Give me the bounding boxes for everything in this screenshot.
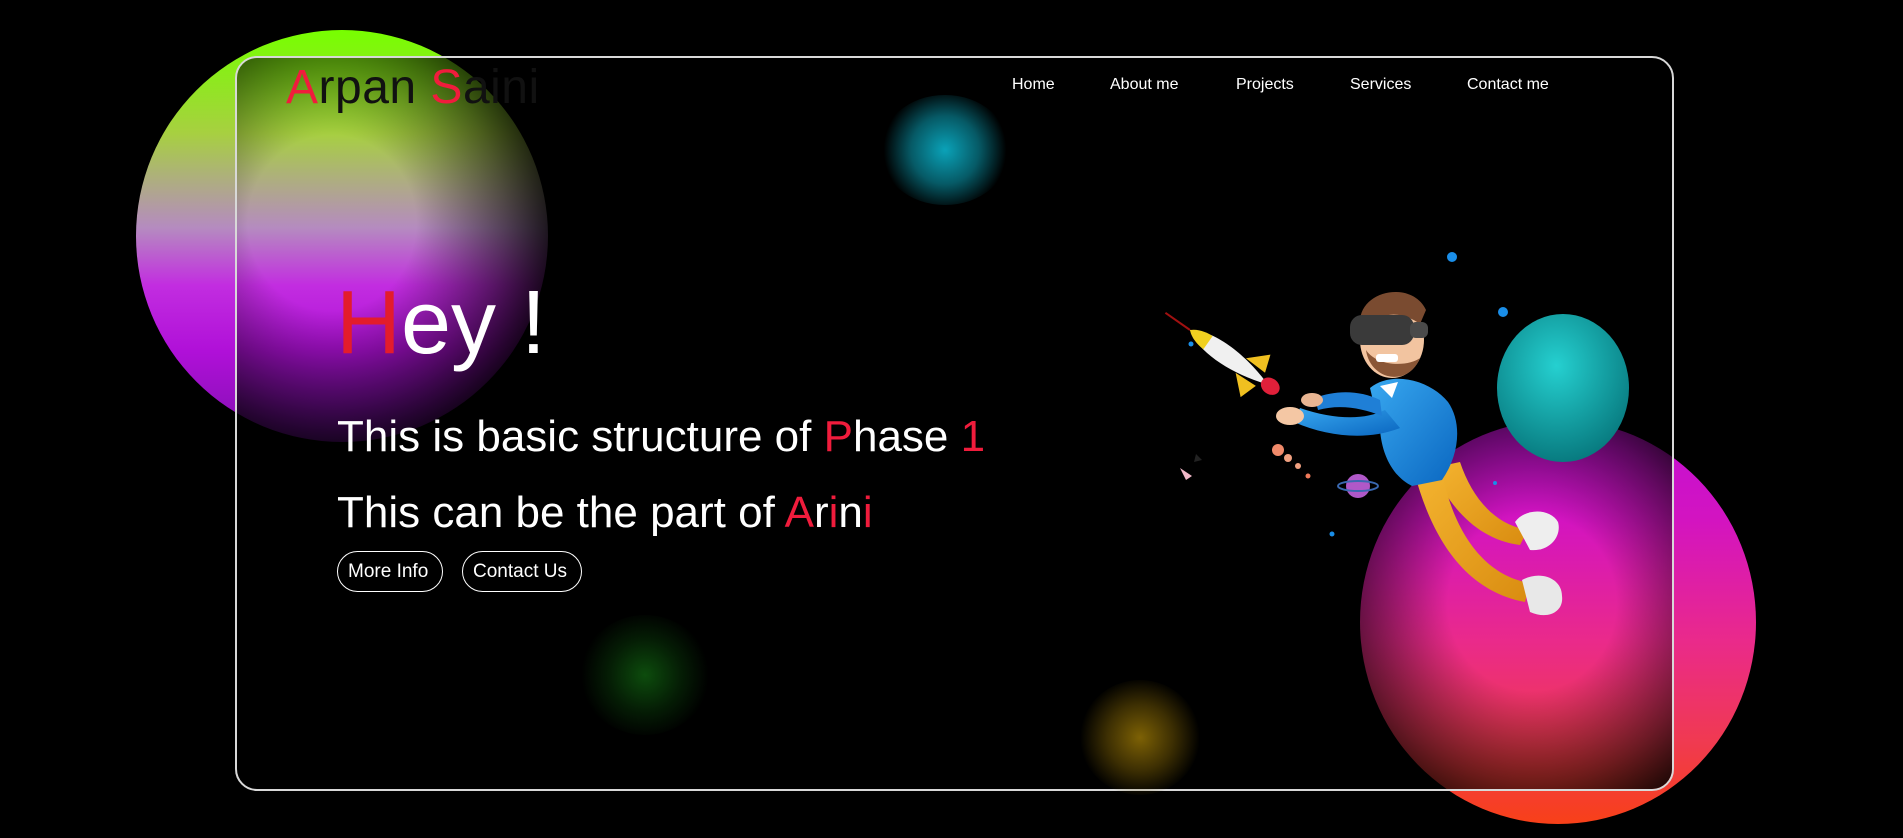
hero-line-1: This is basic structure of Phase 1: [337, 412, 985, 462]
line2-letter-1: A: [784, 488, 814, 537]
logo-initial-a: A: [286, 61, 319, 114]
line2-letter-3: i: [828, 488, 839, 537]
arm-front: [1294, 408, 1400, 436]
vr-headset: [1350, 315, 1414, 345]
yellow-glow: [1080, 680, 1200, 795]
bubble-dot: [1447, 252, 1457, 262]
nav-services[interactable]: Services: [1350, 76, 1411, 94]
logo-initial-s: S: [430, 61, 463, 114]
line1-word-rest: hase: [852, 412, 961, 461]
page: Arpan Saini Home About me Projects Servi…: [0, 0, 1903, 838]
line2-letter-5: i: [862, 488, 873, 537]
logo-first-name-rest: rpan: [318, 61, 431, 114]
sneaker-front: [1522, 575, 1563, 616]
greeting-initial: H: [336, 273, 401, 373]
line1-word-initial: P: [823, 412, 853, 461]
sneaker-back: [1515, 511, 1559, 551]
contact-us-button[interactable]: Contact Us: [462, 551, 582, 592]
hero-greeting: Hey !: [336, 278, 546, 368]
bubble-dot: [1329, 531, 1335, 537]
small-planet: [1346, 474, 1370, 498]
nav-projects[interactable]: Projects: [1236, 76, 1294, 94]
hero-line-2: This can be the part of Arini: [337, 488, 873, 538]
line2-letter-4: n: [838, 488, 863, 537]
greeting-rest: ey !: [401, 273, 547, 373]
line2-prefix: This can be the part of: [337, 488, 785, 537]
logo-last-name-rest: aini: [462, 61, 540, 114]
rocket: [1164, 311, 1280, 398]
hand: [1301, 393, 1323, 407]
green-glow: [580, 615, 710, 735]
site-logo[interactable]: Arpan Saini: [286, 60, 540, 115]
line1-number: 1: [960, 412, 986, 461]
nav-about-me[interactable]: About me: [1110, 76, 1178, 94]
nav-home[interactable]: Home: [1012, 76, 1055, 94]
bubble-dot: [1493, 481, 1497, 485]
bubble-dot: [1498, 307, 1508, 317]
hand: [1276, 407, 1304, 425]
line1-prefix: This is basic structure of: [337, 412, 824, 461]
vr-man-with-rocket-illustration: [1164, 252, 1629, 616]
cyan-glow: [880, 95, 1010, 205]
teal-planet: [1497, 314, 1629, 462]
more-info-button[interactable]: More Info: [337, 551, 443, 592]
nav-contact-me[interactable]: Contact me: [1467, 76, 1549, 94]
bubble-dot: [1188, 341, 1194, 347]
line2-letter-2: r: [813, 488, 829, 537]
